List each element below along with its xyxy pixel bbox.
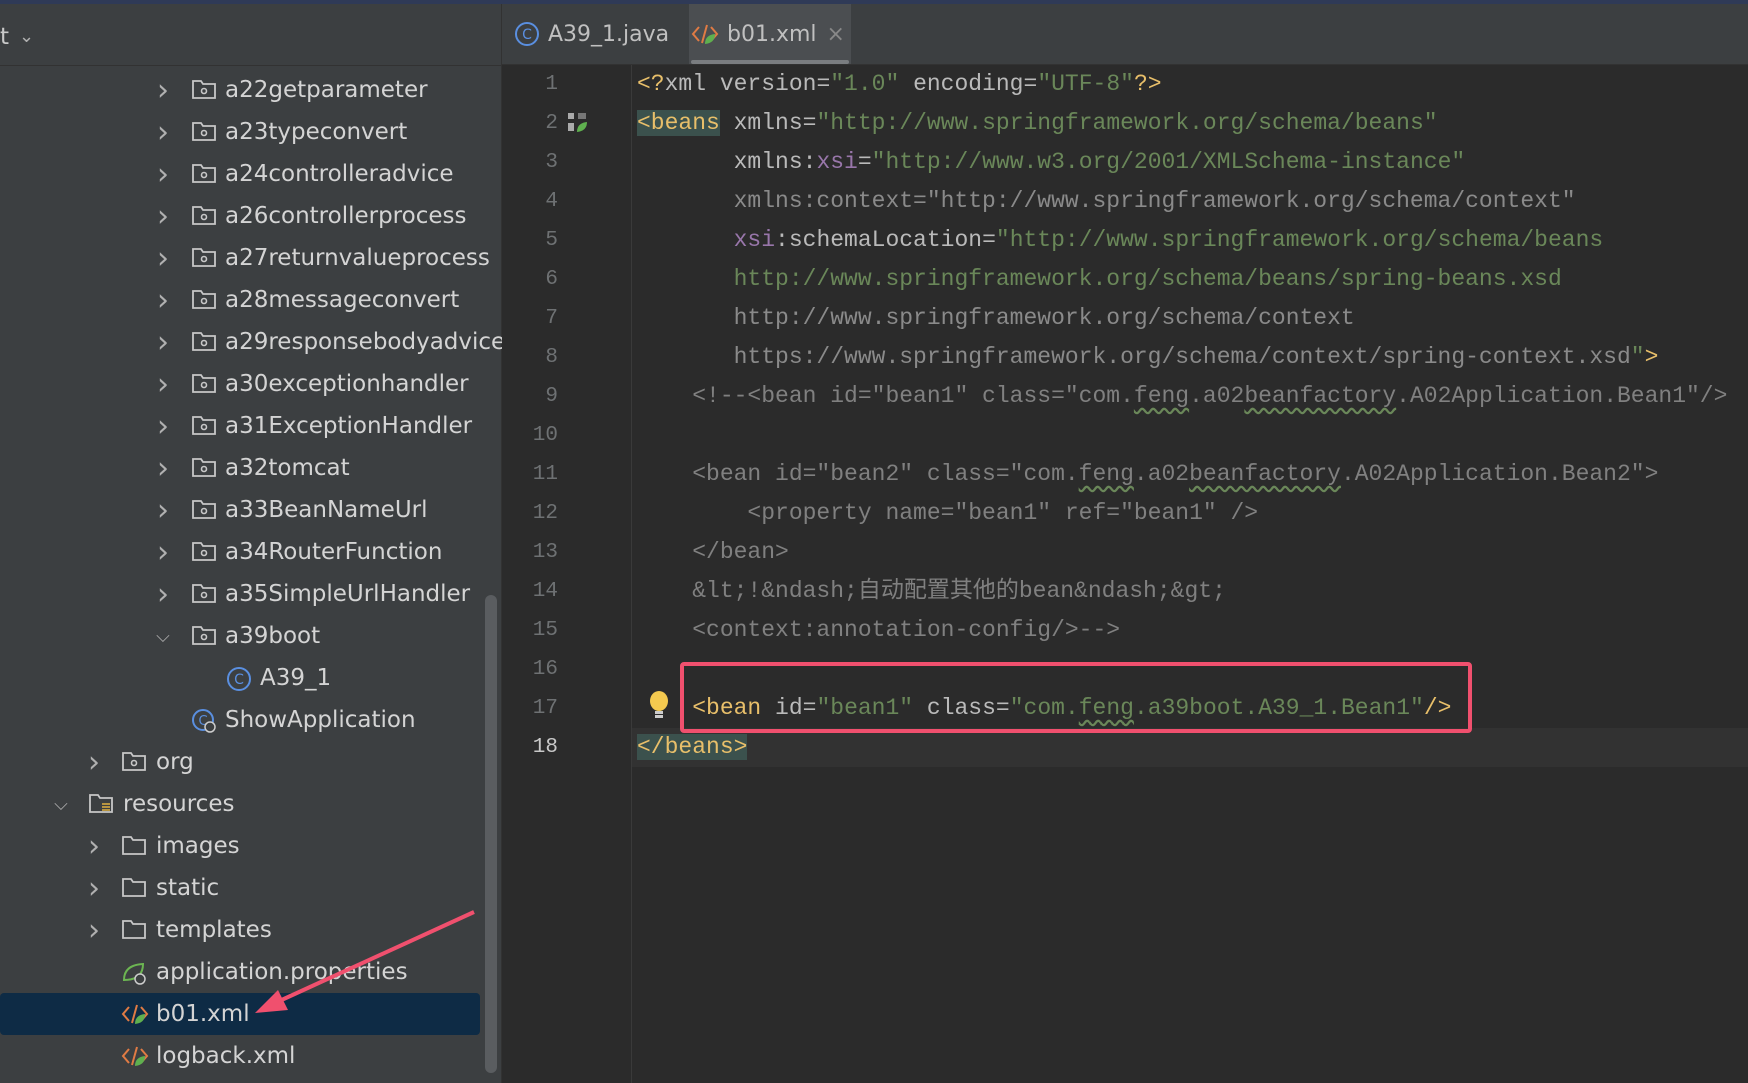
line-number: 6	[545, 268, 558, 291]
line-number: 7	[545, 307, 558, 330]
line-number: 13	[532, 541, 558, 564]
line-number: 12	[532, 502, 558, 525]
line-number: 2	[545, 112, 558, 135]
line-number: 14	[532, 580, 558, 603]
line-number: 3	[545, 151, 558, 174]
line-number: 5	[545, 229, 558, 252]
line-number: 10	[532, 424, 558, 447]
line-number: 8	[545, 346, 558, 369]
line-number: 18	[532, 736, 558, 759]
line-number: 9	[545, 385, 558, 408]
line-number: 4	[545, 190, 558, 213]
line-number: 15	[532, 619, 558, 642]
line-number: 16	[532, 658, 558, 681]
line-number: 11	[532, 463, 558, 486]
annotation-arrow	[255, 910, 475, 1013]
line-number: 17	[532, 697, 558, 720]
line-number: 1	[545, 73, 558, 96]
